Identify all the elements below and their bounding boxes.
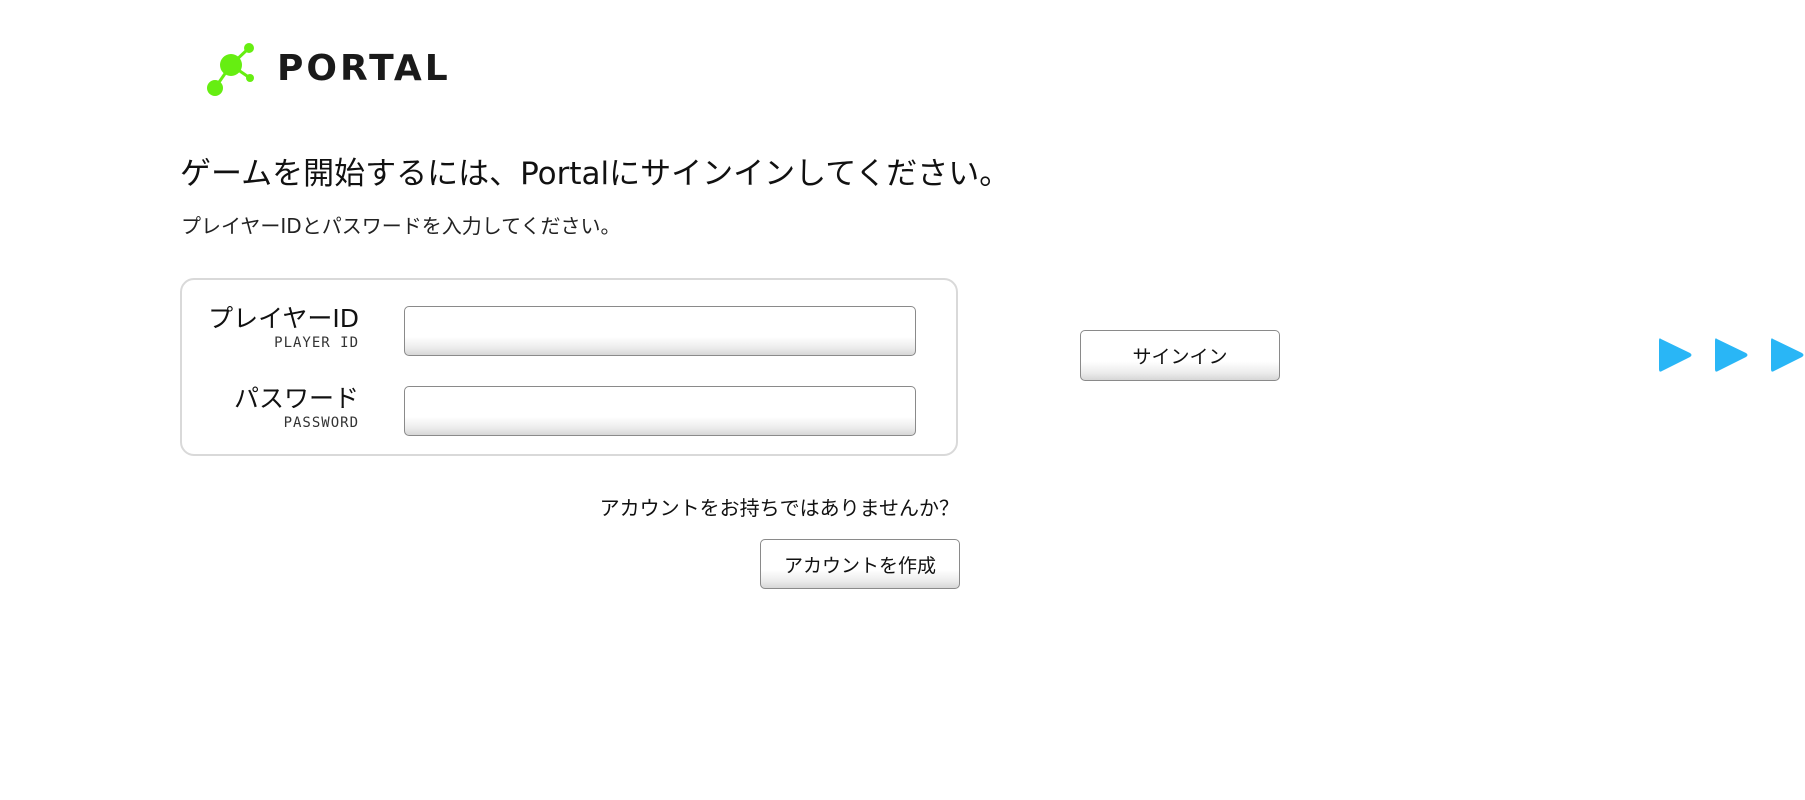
- page-title: ゲームを開始するには、Portalにサインインしてください。: [180, 156, 1011, 192]
- play-arrow-icon: [1711, 334, 1751, 376]
- password-label-en: PASSWORD: [283, 415, 359, 431]
- portal-logo: PORTAL: [205, 40, 451, 98]
- create-account-button[interactable]: アカウントを作成: [760, 539, 960, 589]
- player-id-label: プレイヤーID PLAYER ID: [208, 304, 359, 352]
- play-arrow-icon: [1767, 334, 1805, 376]
- player-id-input[interactable]: [404, 306, 916, 356]
- login-page: PORTAL ゲームを開始するには、Portalにサインインしてください。 プレ…: [0, 0, 1805, 800]
- signin-button[interactable]: サインイン: [1080, 330, 1280, 381]
- logo-wordmark: PORTAL: [277, 48, 451, 89]
- login-form: プレイヤーID PLAYER ID パスワード PASSWORD: [180, 278, 958, 456]
- player-id-label-en: PLAYER ID: [274, 335, 359, 351]
- molecule-logo-icon: [207, 43, 254, 96]
- password-label: パスワード PASSWORD: [234, 384, 359, 432]
- password-input[interactable]: [404, 386, 916, 436]
- page-subtitle: プレイヤーIDとパスワードを入力してください。: [181, 214, 621, 238]
- password-label-jp: パスワード: [233, 384, 359, 413]
- no-account-prompt: アカウントをお持ちではありませんか？: [599, 496, 959, 520]
- play-arrows: [1655, 334, 1805, 376]
- player-id-label-jp: プレイヤーID: [208, 304, 359, 333]
- play-arrow-icon: [1655, 334, 1695, 376]
